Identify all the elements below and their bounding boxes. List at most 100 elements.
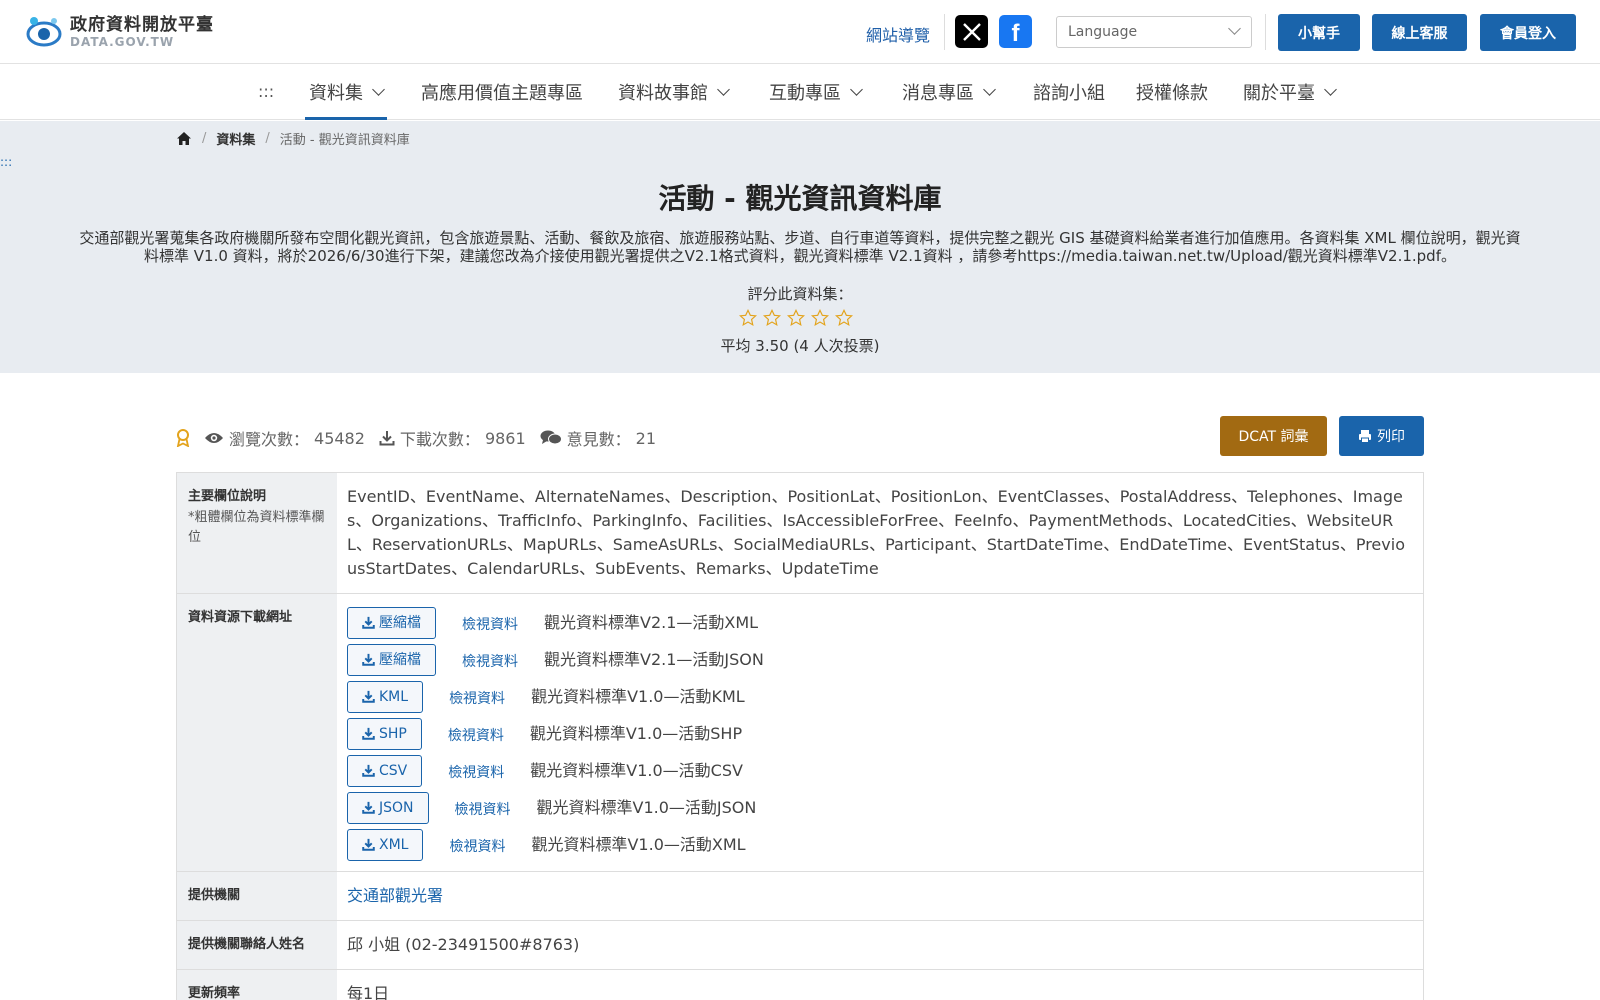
nav-license[interactable]: 授權條款 <box>1136 79 1208 105</box>
nav-label: 資料故事館 <box>618 83 708 104</box>
nav-advisory[interactable]: 諮詢小組 <box>1033 79 1105 105</box>
chevron-down-icon <box>372 82 385 96</box>
home-icon[interactable] <box>176 131 192 146</box>
resource-row: KML 檢視資料 觀光資料標準V1.0—活動KML <box>347 678 1413 715</box>
frequency-label: 更新頻率 <box>177 970 337 1000</box>
view-data-link[interactable]: 檢視資料 <box>462 650 518 674</box>
view-data-link[interactable]: 檢視資料 <box>449 835 505 859</box>
download-icon <box>362 838 375 851</box>
resource-name: 觀光資料標準V1.0—活動KML <box>531 686 745 706</box>
comments-icon <box>540 430 562 445</box>
agency-link[interactable]: 交通部觀光署 <box>347 886 443 905</box>
view-data-link[interactable]: 檢視資料 <box>455 798 511 822</box>
nav-label: 互動專區 <box>769 83 841 104</box>
format-label: JSON <box>379 799 414 816</box>
contact-label: 提供機關聯絡人姓名 <box>177 921 337 969</box>
downloads-count: 9861 <box>484 428 526 448</box>
chevron-down-icon <box>983 82 996 96</box>
resources-list: 壓縮檔 檢視資料 觀光資料標準V2.1—活動XML 壓縮檔 檢視資料 觀光資料標準V2.1… <box>337 594 1423 871</box>
nav-label: 授權條款 <box>1136 83 1208 104</box>
x-twitter-icon[interactable] <box>955 15 988 48</box>
language-select[interactable]: Language <box>1056 16 1252 48</box>
view-data-link[interactable]: 檢視資料 <box>448 724 504 748</box>
contact-value: 邱 小姐 (02-23491500#8763) <box>347 935 580 954</box>
fields-value: EventID、EventName、AlternateNames、Descrip… <box>347 487 1405 578</box>
resource-row: XML 檢視資料 觀光資料標準V1.0—活動XML <box>347 826 1413 863</box>
fields-label: 主要欄位說明 <box>188 489 267 504</box>
comments-stat: 意見數： 21 <box>540 426 656 450</box>
frequency-value: 每1日 <box>347 984 390 1000</box>
views-stat: 瀏覽次數： 45482 <box>204 426 365 450</box>
star-icon[interactable] <box>739 309 757 327</box>
nav-label: 諮詢小組 <box>1033 83 1105 104</box>
download-icon <box>362 690 375 703</box>
resource-row: 壓縮檔 檢視資料 觀光資料標準V2.1—活動JSON <box>347 641 1413 678</box>
view-data-link[interactable]: 檢視資料 <box>448 761 504 785</box>
format-label: 壓縮檔 <box>379 614 421 631</box>
download-format-button[interactable]: XML <box>347 828 424 861</box>
download-icon <box>362 764 375 777</box>
print-button[interactable]: 列印 <box>1339 416 1424 456</box>
views-label: 瀏覽次數： <box>229 430 310 449</box>
nav-label: 關於平臺 <box>1243 83 1315 104</box>
download-format-button[interactable]: SHP <box>347 717 422 750</box>
facebook-icon[interactable]: f <box>999 15 1032 48</box>
nav-about[interactable]: 關於平臺 <box>1243 79 1337 105</box>
fields-note: *粗體欄位為資料標準欄位 <box>188 510 325 545</box>
online-support-button[interactable]: 線上客服 <box>1372 14 1467 51</box>
logo-title: 政府資料開放平臺 <box>70 15 214 35</box>
downloads-stat: 下載次數： 9861 <box>379 426 526 450</box>
accesskey-c[interactable]: ::: <box>0 155 12 169</box>
chevron-down-icon <box>1324 82 1337 96</box>
star-icon[interactable] <box>811 309 829 327</box>
breadcrumb-datasets[interactable]: 資料集 <box>216 129 255 148</box>
breadcrumb-current: 活動 - 觀光資訊資料庫 <box>279 133 410 148</box>
download-icon <box>379 431 395 446</box>
print-icon <box>1359 430 1371 443</box>
main-nav: ::: 資料集 高應用價值主題專區 資料故事館 互動專區 消息專區 諮詢小組 授… <box>0 64 1600 120</box>
views-count: 45482 <box>314 428 365 448</box>
table-row: 資料資源下載網址 壓縮檔 檢視資料 觀光資料標準V2.1—活動XML 壓縮檔 檢視資料觀… <box>177 594 1423 872</box>
logo-icon <box>26 17 62 47</box>
star-icon[interactable] <box>835 309 853 327</box>
eye-icon <box>205 433 223 443</box>
dataset-description: 交通部觀光署蒐集各政府機關所發布空間化觀光資訊，包含旅遊景點、活動、餐飲及旅宿、… <box>79 229 1521 265</box>
download-format-button[interactable]: CSV <box>347 754 423 787</box>
nav-high-value-topics[interactable]: 高應用價值主題專區 <box>421 79 583 105</box>
view-data-link[interactable]: 檢視資料 <box>449 687 505 711</box>
download-icon <box>362 727 375 740</box>
site-header: 政府資料開放平臺 DATA.GOV.TW 網站導覽 f Language 小幫手… <box>0 0 1600 64</box>
download-format-button[interactable]: KML <box>347 680 424 713</box>
table-row: 更新頻率 每1日 <box>177 970 1423 1000</box>
nav-datasets[interactable]: 資料集 <box>305 79 387 120</box>
divider <box>1265 14 1266 50</box>
star-icon[interactable] <box>787 309 805 327</box>
download-format-button[interactable]: 壓縮檔 <box>347 606 436 639</box>
format-label: CSV <box>379 762 408 779</box>
download-format-button[interactable]: 壓縮檔 <box>347 643 436 676</box>
agency-label: 提供機關 <box>177 872 337 920</box>
comments-label: 意見數： <box>566 430 631 449</box>
helper-button[interactable]: 小幫手 <box>1278 14 1360 51</box>
chevron-down-icon <box>1228 22 1241 35</box>
sitemap-link[interactable]: 網站導覽 <box>866 22 930 46</box>
download-format-button[interactable]: JSON <box>347 791 429 824</box>
star-icon[interactable] <box>763 309 781 327</box>
nav-data-stories[interactable]: 資料故事館 <box>618 79 730 105</box>
dataset-stats: 瀏覽次數： 45482 下載次數： 9861 意見數： 21 <box>176 426 656 450</box>
resource-row: JSON 檢視資料 觀光資料標準V1.0—活動JSON <box>347 789 1413 826</box>
nav-interactive[interactable]: 互動專區 <box>769 79 863 105</box>
print-label: 列印 <box>1377 429 1405 445</box>
downloads-label: 下載次數： <box>399 430 480 449</box>
nav-label: 消息專區 <box>902 83 974 104</box>
accesskey-u[interactable]: ::: <box>258 82 274 101</box>
resource-name: 觀光資料標準V1.0—活動JSON <box>536 797 757 817</box>
resources-label: 資料資源下載網址 <box>177 594 337 871</box>
rating-stars[interactable] <box>739 309 853 327</box>
member-login-button[interactable]: 會員登入 <box>1480 14 1576 51</box>
view-data-link[interactable]: 檢視資料 <box>462 613 518 637</box>
dcat-button[interactable]: DCAT 詞彙 <box>1220 416 1327 456</box>
nav-news[interactable]: 消息專區 <box>902 79 996 105</box>
nav-label: 高應用價值主題專區 <box>421 83 583 104</box>
site-logo[interactable]: 政府資料開放平臺 DATA.GOV.TW <box>24 12 214 52</box>
